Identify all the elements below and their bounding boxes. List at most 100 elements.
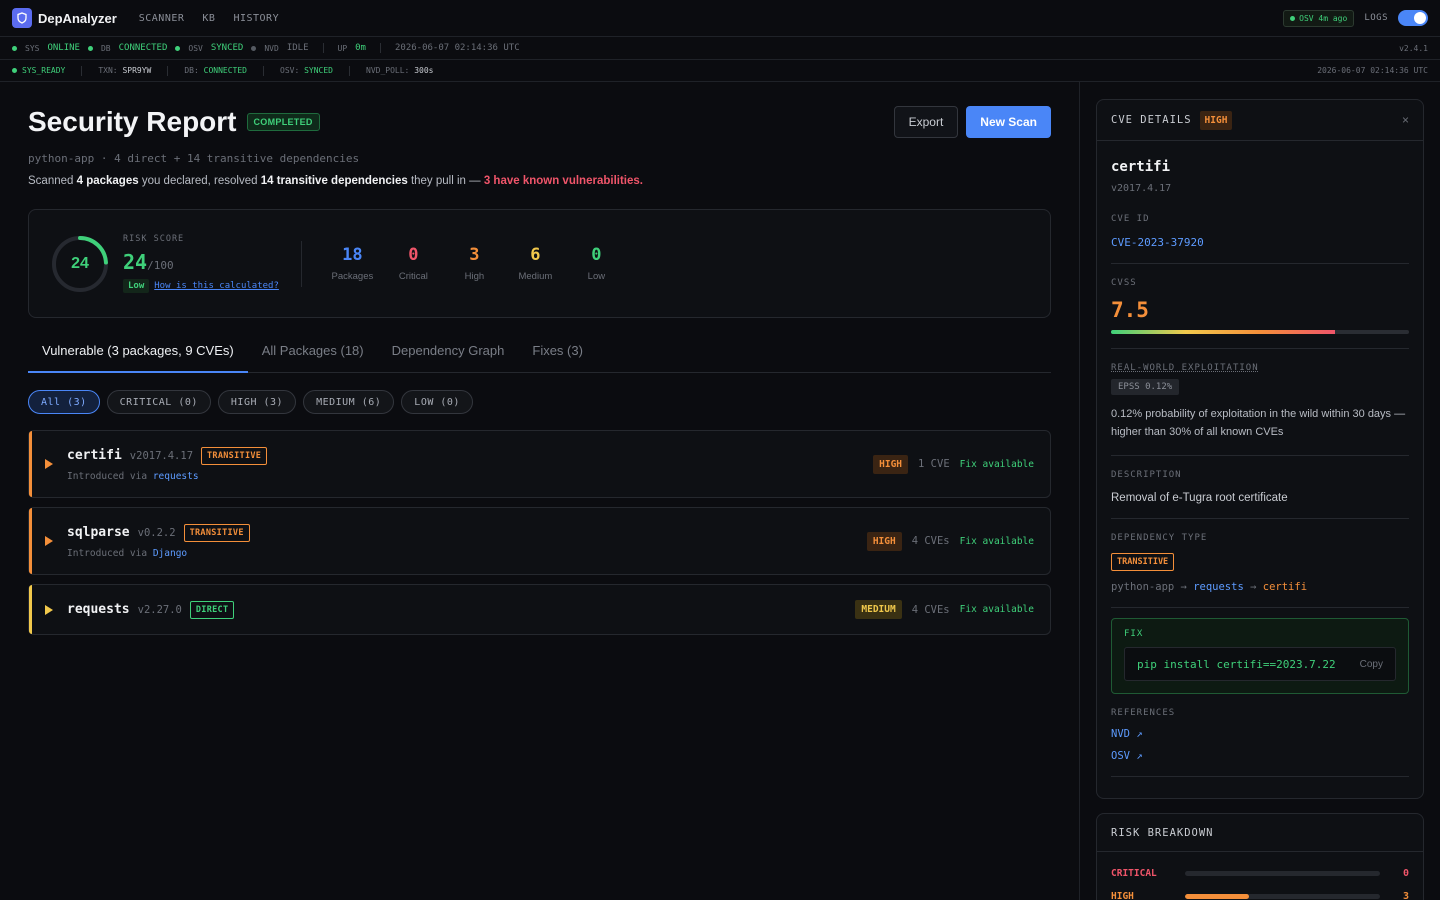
osv-value: SYNCED [210, 43, 244, 53]
filter-all[interactable]: All (3) [28, 390, 100, 414]
app-name: DepAnalyzer [38, 10, 117, 26]
divider [167, 65, 169, 76]
severity-badge: HIGH [873, 454, 909, 474]
severity-badge: HIGH [866, 531, 902, 551]
package-row[interactable]: requests v2.27.0 DIRECT MEDIUM 4 CVEs Fi… [28, 584, 1051, 635]
scan-text: Scanned [28, 175, 77, 187]
app-logo[interactable]: DepAnalyzer [12, 8, 117, 28]
package-version: v2017.4.17 [129, 449, 194, 462]
copy-button[interactable]: Copy [1360, 659, 1383, 670]
via-package-link[interactable]: requests [153, 471, 199, 482]
osv-sync-pill: OSV 4m ago [1283, 9, 1355, 27]
reference-link-nvd[interactable]: NVD ↗ [1111, 728, 1409, 740]
cve-description: Removal of e-Tugra root certificate [1111, 492, 1288, 504]
txn-value: SPR9YW [122, 66, 152, 75]
via-package-link[interactable]: Django [153, 548, 187, 559]
cvss-label: CVSS [1111, 278, 1137, 288]
scan-packages: 4 packages [76, 175, 139, 187]
nav-kb[interactable]: KB [202, 13, 215, 24]
nav-history[interactable]: HISTORY [233, 13, 279, 24]
details-sidebar: CVE DETAILS HIGH × certifi v2017.4.17 CV… [1080, 82, 1440, 900]
sys-dot-icon [12, 45, 17, 51]
export-button[interactable]: Export [893, 106, 959, 138]
status2-time: 2026-06-07 02:14:36 UTC [1317, 66, 1428, 75]
dependency-chain: python-app → requests → certifi [1111, 581, 1409, 593]
calculation-link[interactable]: How is this calculated? [154, 281, 279, 291]
top-nav: DepAnalyzer SCANNER KB HISTORY OSV 4m ag… [0, 0, 1440, 37]
via-label: Introduced via [67, 470, 148, 482]
tab-all-packages[interactable]: All Packages (18) [248, 340, 378, 373]
stat-high: 3 High [444, 245, 505, 282]
arrow-right-icon: → [1250, 581, 1257, 593]
stat-label: Critical [398, 271, 428, 282]
cvss-score: 7.5 [1111, 298, 1149, 322]
txn-status: TXN: SPR9YW [98, 66, 151, 75]
stat-label: Medium [518, 271, 553, 282]
breakdown-value: 0 [1402, 868, 1409, 879]
uptime-key: UP [337, 43, 348, 53]
expand-caret-icon[interactable] [45, 536, 53, 546]
cve-id-link[interactable]: CVE-2023-37920 [1111, 236, 1409, 249]
stat-critical: 0 Critical [383, 245, 444, 282]
cve-package-version: v2017.4.17 [1111, 183, 1172, 194]
severity-badge: HIGH [1199, 110, 1233, 130]
expand-caret-icon[interactable] [45, 604, 53, 615]
logs-label: LOGS [1364, 13, 1388, 23]
filter-medium[interactable]: MEDIUM (6) [303, 390, 395, 414]
cve-package-name: certifi [1111, 159, 1171, 175]
system-status-bar: SYS ONLINE DB CONNECTED OSV SYNCED NVD I… [0, 37, 1440, 60]
cve-count: 1 CVE [918, 458, 950, 470]
db-value: CONNECTED [118, 43, 168, 53]
chain-target: certifi [1262, 581, 1308, 593]
exploitation-label[interactable]: REAL-WORLD EXPLOITATION [1111, 363, 1409, 373]
status-time: 2026-06-07 02:14:36 UTC [394, 43, 520, 53]
filter-critical[interactable]: CRITICAL (0) [106, 390, 211, 414]
fix-command-text: pip install certifi==2023.7.22 [1137, 657, 1336, 671]
sys-key: SYS [25, 43, 40, 53]
txn-key: TXN: [98, 66, 118, 75]
breakdown-label: HIGH [1111, 891, 1134, 900]
close-icon[interactable]: × [1402, 113, 1409, 127]
risk-level-badge: Low [123, 279, 150, 293]
chain-root: python-app [1111, 581, 1175, 593]
dependency-type-badge: TRANSITIVE [1111, 553, 1175, 571]
status-badge: COMPLETED [246, 113, 320, 131]
report-main: Security Report COMPLETED Export New Sca… [0, 82, 1080, 900]
reference-link-osv[interactable]: OSV ↗ [1111, 750, 1409, 762]
expand-caret-icon[interactable] [45, 459, 53, 469]
tab-fixes[interactable]: Fixes (3) [518, 340, 597, 373]
chain-parent-link[interactable]: requests [1193, 581, 1244, 593]
db2-value: CONNECTED [203, 66, 247, 75]
tab-dependency-graph[interactable]: Dependency Graph [378, 340, 519, 373]
new-scan-button[interactable]: New Scan [966, 106, 1051, 138]
ready-dot-icon [12, 68, 17, 73]
package-row[interactable]: certifi v2017.4.17 TRANSITIVE Introduced… [28, 430, 1051, 498]
risk-breakdown-panel: RISK BREAKDOWN CRITICAL 0 HIGH 3 [1096, 813, 1424, 900]
nav-scanner[interactable]: SCANNER [139, 13, 185, 24]
package-name: certifi [67, 448, 122, 463]
db-dot-icon [87, 45, 93, 51]
risk-gauge: 24 [51, 235, 109, 293]
fix-label: FIX [1124, 629, 1144, 639]
package-version: v2.27.0 [137, 603, 182, 616]
osv-status: OSV: SYNCED [280, 66, 333, 75]
logs-toggle[interactable] [1398, 10, 1428, 26]
transaction-status-bar: SYS_READY TXN: SPR9YW DB: CONNECTED OSV:… [0, 60, 1440, 82]
package-row[interactable]: sqlparse v0.2.2 TRANSITIVE Introduced vi… [28, 507, 1051, 575]
db-status: DB: CONNECTED [184, 66, 247, 75]
db2-key: DB: [184, 66, 199, 75]
description-label: DESCRIPTION [1111, 470, 1182, 480]
filter-high[interactable]: HIGH (3) [217, 390, 297, 414]
sys-ready: SYS_READY [12, 66, 65, 75]
risk-card: 24 RISK SCORE 24/100 Low How is this cal… [28, 209, 1051, 318]
panel-title: CVE DETAILS [1111, 114, 1192, 126]
uptime-value: 0m [355, 43, 366, 53]
divider [349, 65, 350, 76]
tab-vulnerable[interactable]: Vulnerable (3 packages, 9 CVEs) [28, 340, 248, 373]
breakdown-bar-fill [1185, 894, 1250, 899]
dependency-type-badge: TRANSITIVE [183, 523, 250, 542]
severity-badge: MEDIUM [855, 600, 902, 619]
divider [322, 43, 324, 53]
page-title: Security Report [28, 106, 237, 137]
filter-low[interactable]: LOW (0) [401, 390, 473, 414]
